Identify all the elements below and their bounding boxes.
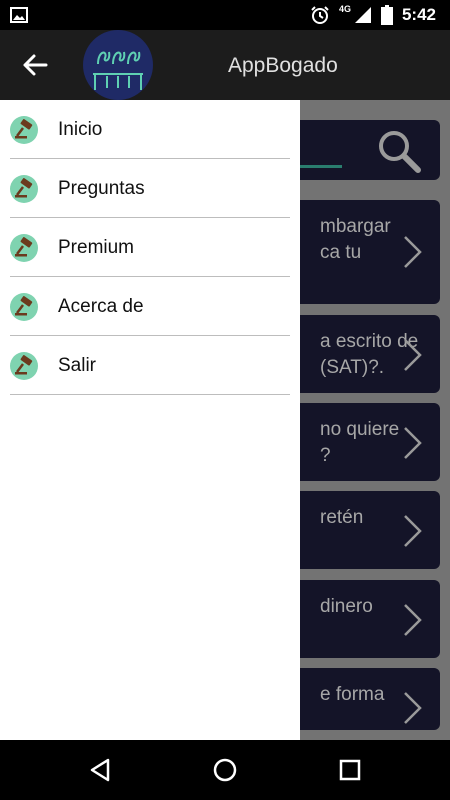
chevron-right-icon xyxy=(404,515,422,547)
people-podium-icon xyxy=(93,51,143,90)
drawer-item-acerca-de[interactable]: Acerca de xyxy=(10,277,290,336)
gavel-icon xyxy=(10,175,38,203)
gavel-icon xyxy=(10,293,38,321)
drawer-item-premium[interactable]: Premium xyxy=(10,218,290,277)
arrow-left-icon[interactable] xyxy=(20,50,50,80)
system-nav-bar xyxy=(0,740,450,800)
chevron-right-icon xyxy=(404,427,422,459)
app-logo xyxy=(83,30,153,100)
status-bar: 4G 5:42 xyxy=(0,0,450,30)
drawer-item-preguntas[interactable]: Preguntas xyxy=(10,159,290,218)
chevron-right-icon xyxy=(404,236,422,268)
chevron-right-icon xyxy=(404,339,422,371)
drawer-item-salir[interactable]: Salir xyxy=(10,336,290,395)
drawer-item-inicio[interactable]: Inicio xyxy=(10,100,290,159)
gavel-icon xyxy=(10,352,38,380)
drawer-item-label: Inicio xyxy=(58,119,103,140)
page-title: AppBogado xyxy=(228,54,338,77)
drawer-item-label: Salir xyxy=(58,355,97,376)
chevron-right-icon xyxy=(404,692,422,724)
search-icon[interactable] xyxy=(376,128,422,174)
alarm-icon xyxy=(311,6,329,24)
triangle-back-icon[interactable] xyxy=(86,755,116,785)
image-icon xyxy=(10,7,28,23)
navigation-drawer: Inicio Preguntas Premium Acerca de Salir xyxy=(0,100,300,740)
battery-icon xyxy=(380,5,393,25)
square-recents-icon[interactable] xyxy=(335,755,365,785)
network-type-label: 4G xyxy=(338,4,351,14)
drawer-item-label: Preguntas xyxy=(58,178,145,199)
gavel-icon xyxy=(10,116,38,144)
chevron-right-icon xyxy=(404,604,422,636)
signal-icon xyxy=(354,7,371,23)
circle-home-icon[interactable] xyxy=(210,755,240,785)
gavel-icon xyxy=(10,234,38,262)
drawer-item-label: Acerca de xyxy=(58,296,144,317)
app-bar: AppBogado xyxy=(0,30,450,100)
status-time: 5:42 xyxy=(401,5,436,24)
drawer-item-label: Premium xyxy=(58,237,135,258)
